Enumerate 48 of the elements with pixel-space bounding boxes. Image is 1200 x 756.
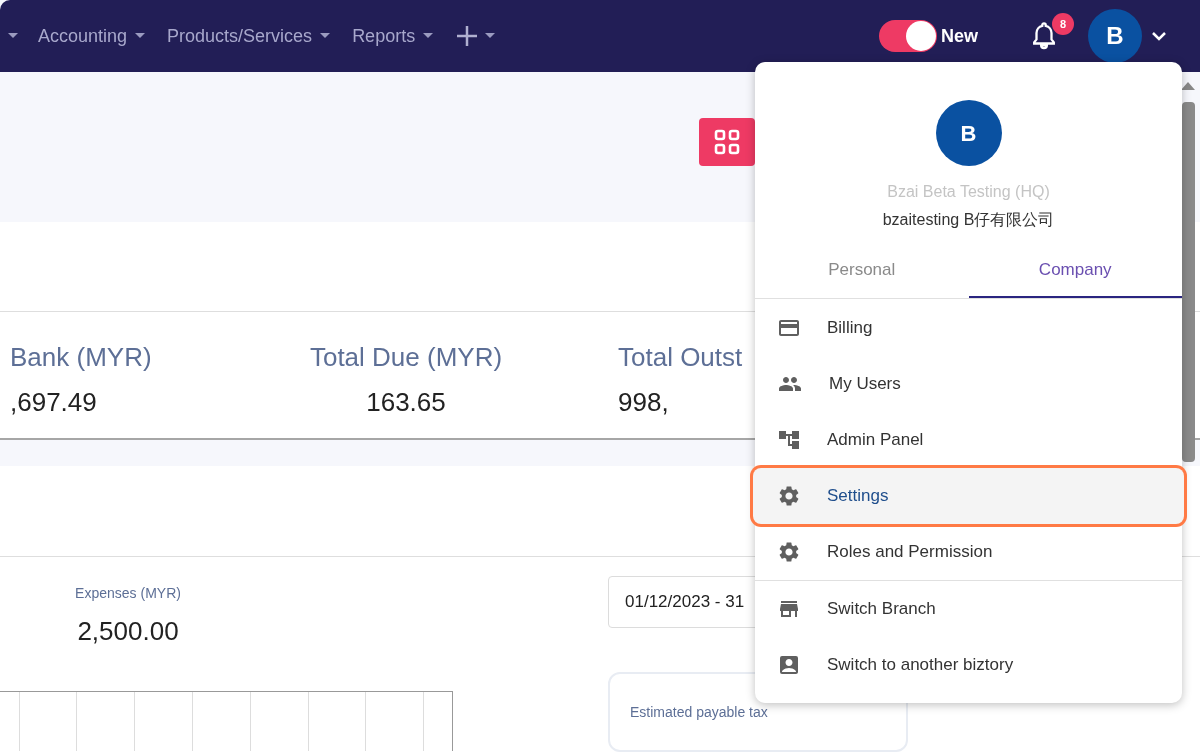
bell-icon bbox=[1030, 21, 1058, 51]
company-name: bzaitesting B仔有限公司 bbox=[882, 210, 1055, 230]
caret-icon bbox=[320, 33, 331, 39]
new-toggle[interactable] bbox=[879, 20, 937, 52]
nav-menu[interactable]: Products/Services bbox=[167, 22, 331, 50]
nav-menu[interactable]: Reports bbox=[352, 22, 434, 50]
toggle-label: New bbox=[941, 24, 978, 48]
scrollbar-thumb[interactable] bbox=[1182, 102, 1195, 462]
stat-value: 998, bbox=[618, 386, 669, 419]
caret-icon bbox=[135, 33, 146, 39]
grid-view-button[interactable] bbox=[699, 118, 755, 166]
expenses-label: Expenses (MYR) bbox=[75, 584, 181, 603]
avatar: B bbox=[1088, 9, 1142, 63]
caret-icon bbox=[8, 33, 18, 39]
notification-badge: 8 bbox=[1052, 13, 1074, 35]
stat-label: Total Outst bbox=[618, 341, 743, 374]
menu-tab[interactable]: Company bbox=[968, 244, 1182, 298]
stat-value: ,697.49 bbox=[10, 386, 97, 419]
menu-item[interactable]: Switch Branch bbox=[755, 581, 1182, 637]
plus-icon bbox=[455, 24, 480, 48]
caret-icon bbox=[485, 33, 496, 39]
stat-label: Bank (MYR) bbox=[10, 341, 152, 374]
account-button[interactable]: B bbox=[1088, 9, 1166, 63]
add-menu[interactable] bbox=[455, 24, 496, 48]
caret-icon bbox=[423, 33, 434, 39]
menu-item[interactable]: Switch to another biztory bbox=[755, 637, 1182, 693]
menu-item[interactable]: Roles and Permission bbox=[755, 524, 1182, 580]
notifications-button[interactable] bbox=[1030, 21, 1058, 51]
stat-label: Total Due (MYR) bbox=[309, 341, 503, 374]
menu-dropdown[interactable] bbox=[8, 33, 18, 39]
expenses-value: 2,500.00 bbox=[77, 615, 179, 648]
branch-name: Bzai Beta Testing (HQ) bbox=[887, 182, 1050, 202]
menu-item[interactable]: Settings bbox=[753, 468, 1184, 524]
chevron-down-icon bbox=[1152, 31, 1166, 41]
grid-icon bbox=[714, 129, 740, 155]
stat-value: 163.65 bbox=[366, 386, 446, 419]
tax-label: Estimated payable tax bbox=[630, 704, 768, 720]
gear-icon bbox=[777, 540, 801, 564]
menu-item[interactable]: Billing bbox=[755, 300, 1182, 356]
scroll-up-arrow-icon bbox=[1181, 80, 1195, 90]
menu-item[interactable]: Admin Panel bbox=[755, 412, 1182, 468]
menu-tab[interactable]: Personal bbox=[755, 244, 969, 298]
menu-avatar: B bbox=[935, 100, 1002, 166]
gear-icon bbox=[777, 484, 801, 508]
contact-card-icon bbox=[777, 653, 801, 677]
nav-menu[interactable]: Accounting bbox=[38, 22, 146, 50]
menu-item[interactable]: My Users bbox=[755, 356, 1182, 412]
hierarchy-icon bbox=[777, 428, 801, 452]
